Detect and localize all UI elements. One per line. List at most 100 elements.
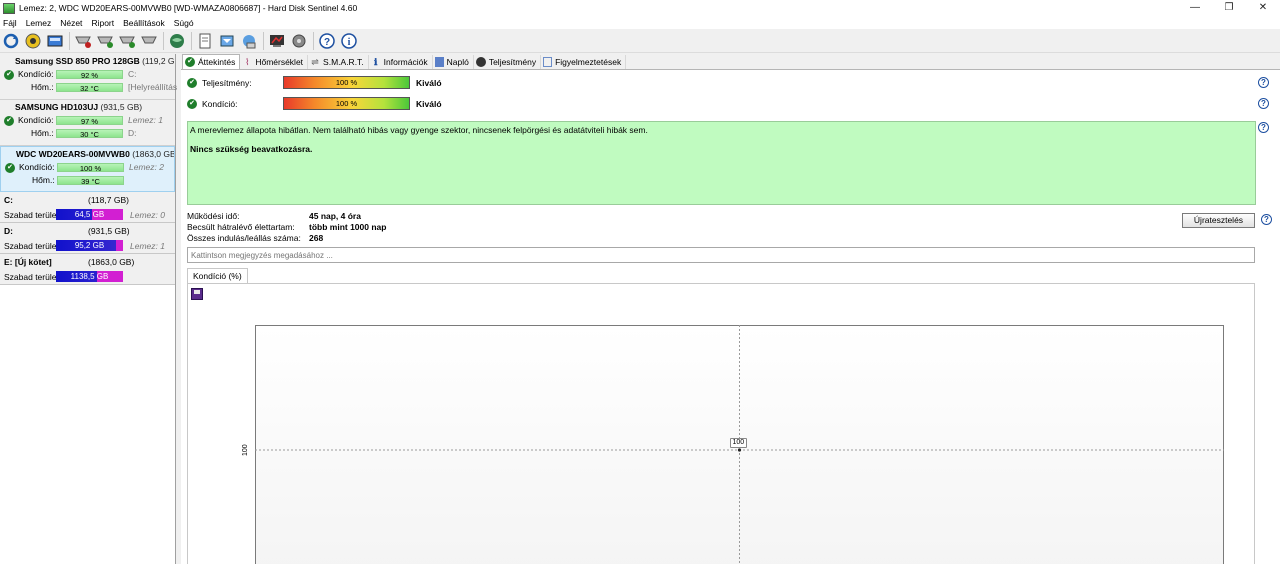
disk-side-label: Lemez: 2: [129, 162, 164, 172]
lifetime-value: több mint 1000 nap: [309, 222, 387, 232]
disk-item-2[interactable]: WDC WD20EARS-00MVWB0 (1863,0 GB) ✔ Kondí…: [0, 146, 175, 192]
svg-text:?: ?: [324, 37, 330, 48]
network-icon[interactable]: [240, 32, 258, 50]
status-box: A merevlemez állapota hibátlan. Nem talá…: [187, 121, 1256, 205]
startstop-value: 268: [309, 233, 324, 243]
health-label: Kondíció:: [202, 99, 238, 109]
performance-bar: 100 %: [283, 76, 410, 89]
disk-item-1[interactable]: SAMSUNG HD103UJ (931,5 GB) ✔ Kondíció: 9…: [0, 100, 175, 146]
tab-bar: ✔ Áttekintés ⌇ Hőmérséklet ⇌ S.M.A.R.T. ℹ In…: [182, 54, 627, 69]
volume-item-c[interactable]: C: (118,7 GB) Szabad terület 64,5 GB Lem…: [0, 192, 175, 223]
tab-alerts[interactable]: Figyelmeztetések: [541, 55, 627, 69]
volume-name: C:: [4, 195, 13, 205]
temp-label: Hőm.:: [32, 175, 55, 185]
help-icon[interactable]: ?: [1258, 98, 1269, 109]
help-icon[interactable]: ?: [1258, 77, 1269, 88]
volume-item-d[interactable]: D: (931,5 GB) Szabad terület 95,2 GB Lem…: [0, 223, 175, 254]
disk-side-label: [Helyreállítás: [128, 82, 178, 92]
menu-help[interactable]: Súgó: [174, 18, 194, 28]
tab-performance[interactable]: Teljesítmény: [474, 55, 542, 69]
performance-label: Teljesítmény:: [202, 78, 252, 88]
title-bar: Lemez: 2, WDC WD20EARS-00MVWB0 [WD-WMAZA…: [0, 0, 1280, 16]
performance-rating: Kiváló: [416, 78, 442, 88]
health-rating: Kiváló: [416, 99, 442, 109]
free-space-label: Szabad terület: [4, 241, 59, 251]
performance-row: ✔ Teljesítmény: 100 % Kiváló ?: [181, 75, 1280, 91]
ok-check-icon: ✔: [4, 70, 14, 80]
disk-side-label: D:: [128, 128, 137, 138]
health-label: Kondíció:: [18, 115, 54, 125]
menu-report[interactable]: Riport: [91, 18, 114, 28]
ok-check-icon: ✔: [187, 78, 197, 88]
data-point: [737, 448, 742, 452]
close-button[interactable]: ✕: [1246, 0, 1280, 16]
uptime-value: 45 nap, 4 óra: [309, 211, 361, 221]
tab-information[interactable]: ℹ Információk: [369, 55, 433, 69]
help-icon[interactable]: ?: [1261, 214, 1272, 225]
smart-icon: ⇌: [311, 57, 319, 67]
disk-list-icon[interactable]: [46, 32, 64, 50]
startstop-label: Összes indulás/leállás száma:: [187, 233, 301, 243]
volume-capacity: (931,5 GB): [88, 226, 130, 236]
volume-disk-label: Lemez: 0: [130, 210, 165, 220]
web-icon[interactable]: [168, 32, 186, 50]
help-icon[interactable]: ?: [1258, 122, 1269, 133]
free-space-bar: 64,5 GB: [56, 209, 123, 220]
alert-icon[interactable]: [24, 32, 42, 50]
menu-settings[interactable]: Beállítások: [123, 18, 165, 28]
short-test-icon[interactable]: [96, 32, 114, 50]
surface-test-icon[interactable]: [74, 32, 92, 50]
menu-view[interactable]: Nézet: [60, 18, 82, 28]
free-space-label: Szabad terület: [4, 272, 59, 282]
disk-capacity: (1863,0 GB): [132, 149, 174, 159]
disk-name: Samsung SSD 850 PRO 128GB: [15, 56, 140, 66]
tab-log[interactable]: Napló: [433, 55, 474, 69]
temp-label: Hőm.:: [31, 82, 54, 92]
maximize-button[interactable]: ❐: [1212, 0, 1246, 16]
ok-check-icon: ✔: [187, 99, 197, 109]
health-bar: 92 %: [56, 70, 123, 80]
health-bar: 100 %: [283, 97, 410, 110]
status-text: A merevlemez állapota hibátlan. Nem talá…: [190, 125, 648, 135]
send-report-icon[interactable]: [218, 32, 236, 50]
volume-disk-label: Lemez: 1: [130, 241, 165, 251]
free-space-label: Szabad terület: [4, 210, 59, 220]
retest-button[interactable]: Újratesztelés: [1182, 213, 1255, 228]
temp-bar: 30 °C: [56, 129, 123, 139]
help-icon[interactable]: ?: [318, 32, 336, 50]
overview-content: ✔ Teljesítmény: 100 % Kiváló ? ✔ Kondíci…: [181, 69, 1280, 564]
disk-capacity: (931,5 GB): [100, 102, 143, 112]
defrag-icon[interactable]: [290, 32, 308, 50]
disk-capacity: (119,2 GB): [142, 56, 175, 66]
benchmark-icon[interactable]: [268, 32, 286, 50]
temp-bar: 39 °C: [57, 176, 124, 186]
disk-list-panel: Samsung SSD 850 PRO 128GB (119,2 GB) Le …: [0, 54, 178, 564]
health-bar: 100 %: [57, 163, 124, 173]
disk-item-0[interactable]: Samsung SSD 850 PRO 128GB (119,2 GB) Le …: [0, 54, 178, 100]
svg-text:i: i: [348, 37, 351, 48]
chart-tab-health[interactable]: Kondíció (%): [187, 268, 248, 283]
tab-temperature[interactable]: ⌇ Hőmérséklet: [240, 55, 309, 69]
tab-overview[interactable]: ✔ Áttekintés: [182, 54, 241, 69]
refresh-icon[interactable]: [2, 32, 20, 50]
info-icon: ℹ: [373, 57, 378, 67]
minimize-button[interactable]: —: [1178, 0, 1212, 16]
offline-test-icon[interactable]: [140, 32, 158, 50]
startstop-row: Összes indulás/leállás száma: 268: [187, 233, 323, 244]
check-icon: ✔: [185, 57, 195, 67]
note-input[interactable]: [187, 247, 1255, 263]
volume-item-e[interactable]: E: [Új kötet] (1863,0 GB) Szabad terület…: [0, 254, 175, 285]
health-row: ✔ Kondíció: 100 % Kiváló ?: [181, 96, 1280, 112]
status-action: Nincs szükség beavatkozásra.: [190, 144, 313, 154]
info-icon[interactable]: i: [340, 32, 358, 50]
extended-test-icon[interactable]: [118, 32, 136, 50]
menu-file[interactable]: Fájl: [3, 18, 17, 28]
disk-name: WDC WD20EARS-00MVWB0: [16, 149, 130, 159]
report-icon[interactable]: [196, 32, 214, 50]
chart-overlay: [255, 325, 1224, 564]
tab-smart[interactable]: ⇌ S.M.A.R.T.: [308, 55, 369, 69]
volume-name: D:: [4, 226, 13, 236]
menu-disk[interactable]: Lemez: [26, 18, 52, 28]
uptime-label: Működési idő:: [187, 211, 240, 221]
disk-side-label: C:: [128, 69, 137, 79]
